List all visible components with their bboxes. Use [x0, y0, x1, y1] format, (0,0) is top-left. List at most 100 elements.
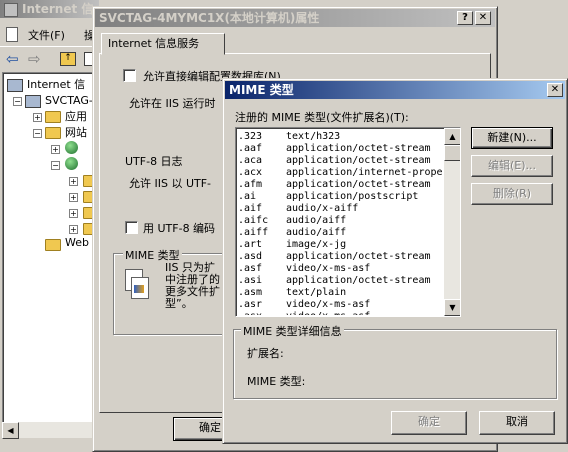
mime-ok-button[interactable]: 确定 — [391, 411, 467, 435]
website-globe-icon[interactable] — [65, 141, 78, 154]
mime-extension: .afm — [238, 179, 263, 190]
mime-extension: .asx — [238, 311, 262, 315]
mime-type-label: MIME 类型: — [247, 375, 306, 388]
mime-list[interactable]: .323 text/h323 .aaf application/octet-strea… — [235, 127, 461, 317]
utf8-check-label[interactable]: 用 UTF-8 编码 — [143, 220, 215, 236]
expand-toggle[interactable]: − — [51, 161, 60, 170]
mime-extension: .asd — [238, 251, 263, 262]
vertical-scrollbar[interactable]: ▲ ▼ — [444, 128, 460, 316]
mime-type: image/x-jg — [286, 239, 347, 250]
mime-title-bar: MIME 类型 — [225, 81, 565, 99]
expand-toggle[interactable]: + — [51, 145, 60, 154]
server-icon — [25, 95, 41, 108]
toolbar: ⇦ ⇨ ↑ — [0, 46, 98, 71]
scroll-thumb[interactable] — [444, 145, 460, 161]
tree-label-app-pools: 应用 — [65, 110, 87, 123]
tree-label-root: Internet 信 — [27, 78, 86, 91]
mime-type: text/h323 — [286, 131, 341, 142]
horizontal-scrollbar[interactable]: ◀ — [2, 422, 98, 439]
mime-type: application/octet-stream — [286, 179, 431, 190]
forward-arrow-icon[interactable]: ⇨ — [28, 50, 41, 68]
mime-type: application/octet-stream — [286, 251, 431, 262]
tab-internet-info[interactable]: Internet 信息服务 — [101, 33, 225, 55]
mime-dialog-title: MIME 类型 — [229, 83, 294, 97]
up-folder-icon[interactable]: ↑ — [60, 52, 76, 66]
expand-toggle[interactable]: − — [33, 129, 42, 138]
mime-extension: .aca — [238, 155, 263, 166]
mime-cancel-button[interactable]: 取消 — [479, 411, 555, 435]
mime-extension: .acx — [238, 167, 263, 178]
close-button[interactable]: ✕ — [475, 11, 491, 25]
tab-label: Internet 信息服务 — [108, 37, 200, 50]
tree-label-websites: 网站 — [65, 126, 87, 139]
mime-extension: .aiff — [238, 227, 269, 238]
mime-extension: .asf — [238, 263, 263, 274]
menu-file[interactable]: 文件(F) — [28, 27, 65, 43]
mime-type: audio/aiff — [286, 215, 347, 226]
scroll-up-icon[interactable]: ▲ — [444, 128, 460, 145]
folder-icon — [45, 111, 61, 123]
mime-extension: .asi — [238, 275, 263, 286]
mime-type: application/octet-stream — [286, 275, 431, 286]
mime-type: application/octet-stream — [286, 155, 431, 166]
mime-extension: .aifc — [238, 215, 269, 226]
mime-type: audio/x-aiff — [286, 203, 359, 214]
properties-title: SVCTAG-4MYMC1X(本地计算机)属性 — [99, 11, 320, 25]
expand-toggle[interactable]: + — [69, 209, 78, 218]
close-button[interactable]: ✕ — [547, 83, 563, 97]
mmc-title: Internet 信 — [22, 2, 94, 16]
mime-desc-line-4: 型”。 — [165, 297, 193, 310]
expand-toggle[interactable]: + — [69, 193, 78, 202]
mmc-title-bar: Internet 信 — [0, 0, 99, 18]
mime-type: video/x-ms-asf — [286, 263, 371, 274]
mime-type: text/plain — [286, 287, 347, 298]
app-icon — [4, 2, 18, 17]
expand-toggle[interactable]: + — [69, 225, 78, 234]
folder-icon — [45, 127, 61, 139]
new-button[interactable]: 新建(N)... — [471, 127, 553, 149]
mime-extension: .323 — [238, 131, 263, 142]
mime-files-icon — [125, 269, 151, 299]
tree-item-web-ext[interactable]: Web — [65, 235, 89, 251]
mime-extension: .art — [238, 239, 263, 250]
mime-type: application/octet-stream — [286, 143, 431, 154]
document-icon — [6, 27, 18, 42]
mime-extension: .aif — [238, 203, 263, 214]
mime-type: video/x-ms-asf — [286, 299, 371, 310]
properties-title-bar: SVCTAG-4MYMC1X(本地计算机)属性 — [95, 9, 495, 27]
expand-toggle[interactable]: − — [13, 97, 22, 106]
tree-item-app-pools[interactable]: 应用 — [65, 109, 87, 125]
mime-dialog: MIME 类型 ✕ 注册的 MIME 类型(文件扩展名)(T): .323 tex… — [222, 78, 568, 444]
mime-extension: .asr — [238, 299, 263, 310]
mime-list-rows: .323 text/h323 .aaf application/octet-strea… — [236, 131, 444, 315]
edit-button[interactable]: 编辑(E)... — [471, 155, 553, 177]
mime-type: audio/aiff — [286, 227, 347, 238]
allow-runtime-text: 允许在 IIS 运行时 — [129, 97, 216, 110]
mime-extension: .ai — [238, 191, 257, 202]
mime-type: application/internet-proper — [286, 167, 444, 178]
mime-detail-title: MIME 类型详细信息 — [241, 323, 344, 339]
extension-label: 扩展名: — [247, 347, 284, 360]
expand-toggle[interactable]: + — [33, 113, 42, 122]
expand-toggle[interactable]: + — [69, 177, 78, 186]
tree-pane: Internet 信 − SVCTAG-4 + 应用 − 网站 + − + + … — [2, 72, 100, 424]
help-button[interactable]: ? — [457, 11, 473, 25]
allow-direct-edit-checkbox[interactable] — [123, 69, 136, 82]
delete-button[interactable]: 删除(R) — [471, 183, 553, 205]
scroll-left-icon[interactable]: ◀ — [2, 422, 19, 439]
mime-extension: .aaf — [238, 143, 263, 154]
utf8-text: 允许 IIS 以 UTF- — [129, 177, 212, 190]
folder-icon — [45, 239, 61, 251]
website-globe-icon[interactable] — [65, 157, 78, 170]
utf8-group-title: UTF-8 日志 — [123, 153, 185, 169]
computer-icon — [7, 79, 23, 92]
utf8-checkbox[interactable] — [125, 221, 138, 234]
tree-item-websites[interactable]: 网站 — [65, 125, 87, 141]
mime-list-label: 注册的 MIME 类型(文件扩展名)(T): — [235, 111, 409, 124]
scroll-down-icon[interactable]: ▼ — [444, 299, 460, 316]
mime-type: video/x-ms-asf — [286, 311, 370, 315]
back-arrow-icon[interactable]: ⇦ — [6, 50, 19, 68]
menu-bar: 文件(F) 操 — [0, 24, 95, 44]
mime-extension: .asm — [238, 287, 263, 298]
mime-type: application/postscript — [286, 191, 419, 202]
